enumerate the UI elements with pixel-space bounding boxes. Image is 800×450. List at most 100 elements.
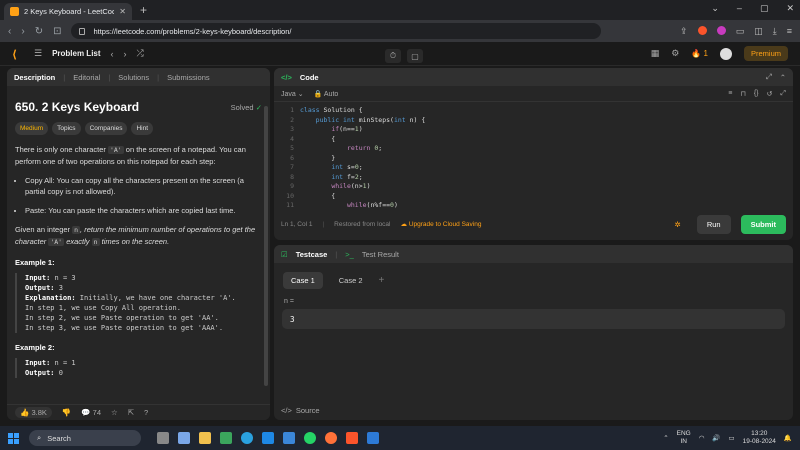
upgrade-link[interactable]: ☁ Upgrade to Cloud Saving [401, 220, 482, 228]
tab-separator: | [108, 72, 111, 82]
sidebar-icon[interactable]: ▭ [736, 26, 745, 37]
weather-icon[interactable] [178, 432, 190, 444]
close-window-icon[interactable]: ✕ [786, 3, 794, 14]
tab-test-result[interactable]: Test Result [362, 250, 399, 259]
expand-icon[interactable]: ⤢ [766, 72, 772, 82]
notes-icon[interactable]: ▢ [407, 49, 423, 63]
telegram-icon[interactable] [241, 432, 253, 444]
case-tab-2[interactable]: Case 2 [331, 272, 371, 289]
language-select[interactable]: Java ⌄ [281, 90, 304, 98]
input-value-field[interactable]: 3 [282, 309, 785, 329]
star-icon[interactable]: ☆ [111, 408, 118, 417]
format-icon[interactable]: ≡ [728, 90, 732, 98]
battery-icon[interactable]: ▭ [729, 434, 735, 442]
search-label: Search [47, 433, 71, 443]
reset-icon[interactable]: ↺ [767, 90, 773, 98]
timer-icon[interactable]: ⏱ [385, 49, 401, 63]
case-tab-1[interactable]: Case 1 [283, 272, 323, 289]
debug-icon[interactable]: ✲ [675, 220, 681, 229]
download-icon[interactable]: ⤓ [773, 26, 777, 37]
tab-submissions[interactable]: Submissions [167, 73, 210, 82]
notification-icon[interactable]: 🔔 [784, 434, 792, 442]
layout-grid-icon[interactable]: ▦ [651, 48, 660, 59]
minimize-icon[interactable]: – [737, 3, 742, 14]
shuffle-icon[interactable]: ⤮ [137, 48, 144, 59]
topics-chip[interactable]: Topics [52, 122, 81, 135]
bookmark-icon[interactable]: ⊓ [740, 90, 745, 98]
comments-button[interactable]: 💬 74 [81, 408, 101, 417]
problem-title[interactable]: 650. 2 Keys Keyboard [15, 100, 139, 114]
vscode-icon[interactable] [283, 432, 295, 444]
tab-description[interactable]: Description [14, 73, 55, 82]
language-indicator[interactable]: ENG IN [677, 430, 691, 446]
submit-button[interactable]: Submit [740, 214, 786, 234]
rewards-icon[interactable] [716, 25, 726, 35]
source-bar[interactable]: </> Source [274, 402, 793, 418]
browser-tab-bar: 2 Keys Keyboard - LeetCode ✕ + ⌄ – ▢ ✕ [0, 0, 800, 20]
auto-toggle[interactable]: 🔒 Auto [314, 90, 339, 98]
like-button[interactable]: 👍 3.8K [15, 407, 52, 418]
fullscreen-icon[interactable]: ⤢ [780, 90, 786, 98]
avatar[interactable] [719, 47, 732, 60]
task-view-icon[interactable] [157, 432, 169, 444]
prev-problem-icon[interactable]: ‹ [111, 49, 114, 59]
tab-editorial[interactable]: Editorial [73, 73, 100, 82]
chevron-up-icon[interactable]: ⌃ [780, 73, 786, 82]
wallet-icon[interactable]: ◫ [754, 26, 763, 37]
run-button[interactable]: Run [696, 214, 731, 234]
list-item: Copy All: You can copy all the character… [25, 175, 262, 197]
difficulty-chip[interactable]: Medium [15, 122, 49, 135]
chevron-up-icon[interactable]: ⌃ [663, 434, 668, 442]
wifi-icon[interactable]: ◠ [699, 434, 705, 442]
braces-icon[interactable]: {} [754, 90, 759, 98]
share-icon[interactable]: ⇪ [680, 26, 688, 37]
bookmark-icon[interactable]: ⊡ [53, 26, 61, 37]
close-tab-icon[interactable]: ✕ [119, 7, 126, 16]
code-editor[interactable]: 1 2 3 4 5 6 7 8 9 10 11 12 class Solutio… [274, 102, 793, 208]
whatsapp-icon[interactable] [304, 432, 316, 444]
tab-solutions[interactable]: Solutions [118, 73, 149, 82]
problem-title-row: 650. 2 Keys Keyboard Solved ✓ [15, 100, 262, 114]
streak-counter[interactable]: 🔥 1 [691, 49, 708, 58]
app-icon[interactable] [367, 432, 379, 444]
companies-chip[interactable]: Companies [84, 122, 128, 135]
scrollbar[interactable] [264, 106, 268, 386]
add-case-icon[interactable]: + [379, 275, 385, 286]
settings-gear-icon[interactable]: ⚙ [671, 48, 679, 59]
chevron-down-icon[interactable]: ⌄ [711, 3, 719, 14]
clock[interactable]: 13:20 19-08-2024 [743, 430, 776, 446]
file-explorer-icon[interactable] [199, 432, 211, 444]
maximize-icon[interactable]: ▢ [760, 3, 769, 14]
back-icon[interactable]: ‹ [8, 26, 11, 37]
reload-icon[interactable]: ↻ [35, 26, 43, 37]
dislike-icon[interactable]: 👎 [62, 408, 71, 417]
windows-start-icon[interactable] [8, 432, 19, 444]
next-problem-icon[interactable]: › [124, 49, 127, 59]
taskbar-search[interactable]: ⌕ Search [29, 430, 141, 446]
url-field[interactable]: https://leetcode.com/problems/2-keys-key… [71, 23, 602, 39]
menu-icon[interactable]: ≡ [787, 26, 792, 37]
leetcode-logo-icon[interactable]: ⟨ [12, 48, 24, 61]
brave-icon[interactable] [346, 432, 358, 444]
edge-icon[interactable] [262, 432, 274, 444]
share-icon[interactable]: ⇱ [128, 408, 134, 417]
help-icon[interactable]: ? [144, 408, 148, 417]
source-icon: </> [281, 405, 292, 415]
volume-icon[interactable]: 🔊 [712, 434, 720, 442]
new-tab-icon[interactable]: + [140, 3, 147, 17]
problem-list-link[interactable]: Problem List [52, 49, 100, 58]
brave-shield-icon[interactable] [697, 25, 707, 35]
firefox-icon[interactable] [325, 432, 337, 444]
restore-status: Restored from local [334, 220, 391, 228]
browser-tab[interactable]: 2 Keys Keyboard - LeetCode ✕ [4, 3, 132, 20]
tab-testcase[interactable]: Testcase [296, 250, 328, 259]
store-icon[interactable] [220, 432, 232, 444]
line-number: 4 [290, 134, 294, 143]
window-controls: ⌄ – ▢ ✕ [711, 3, 794, 14]
forward-icon[interactable]: › [21, 26, 24, 37]
taskbar-apps [157, 432, 379, 444]
premium-button[interactable]: Premium [743, 46, 788, 61]
hint-chip[interactable]: Hint [131, 122, 154, 135]
tab-title: 2 Keys Keyboard - LeetCode [24, 7, 115, 16]
line-number: 8 [290, 172, 294, 181]
